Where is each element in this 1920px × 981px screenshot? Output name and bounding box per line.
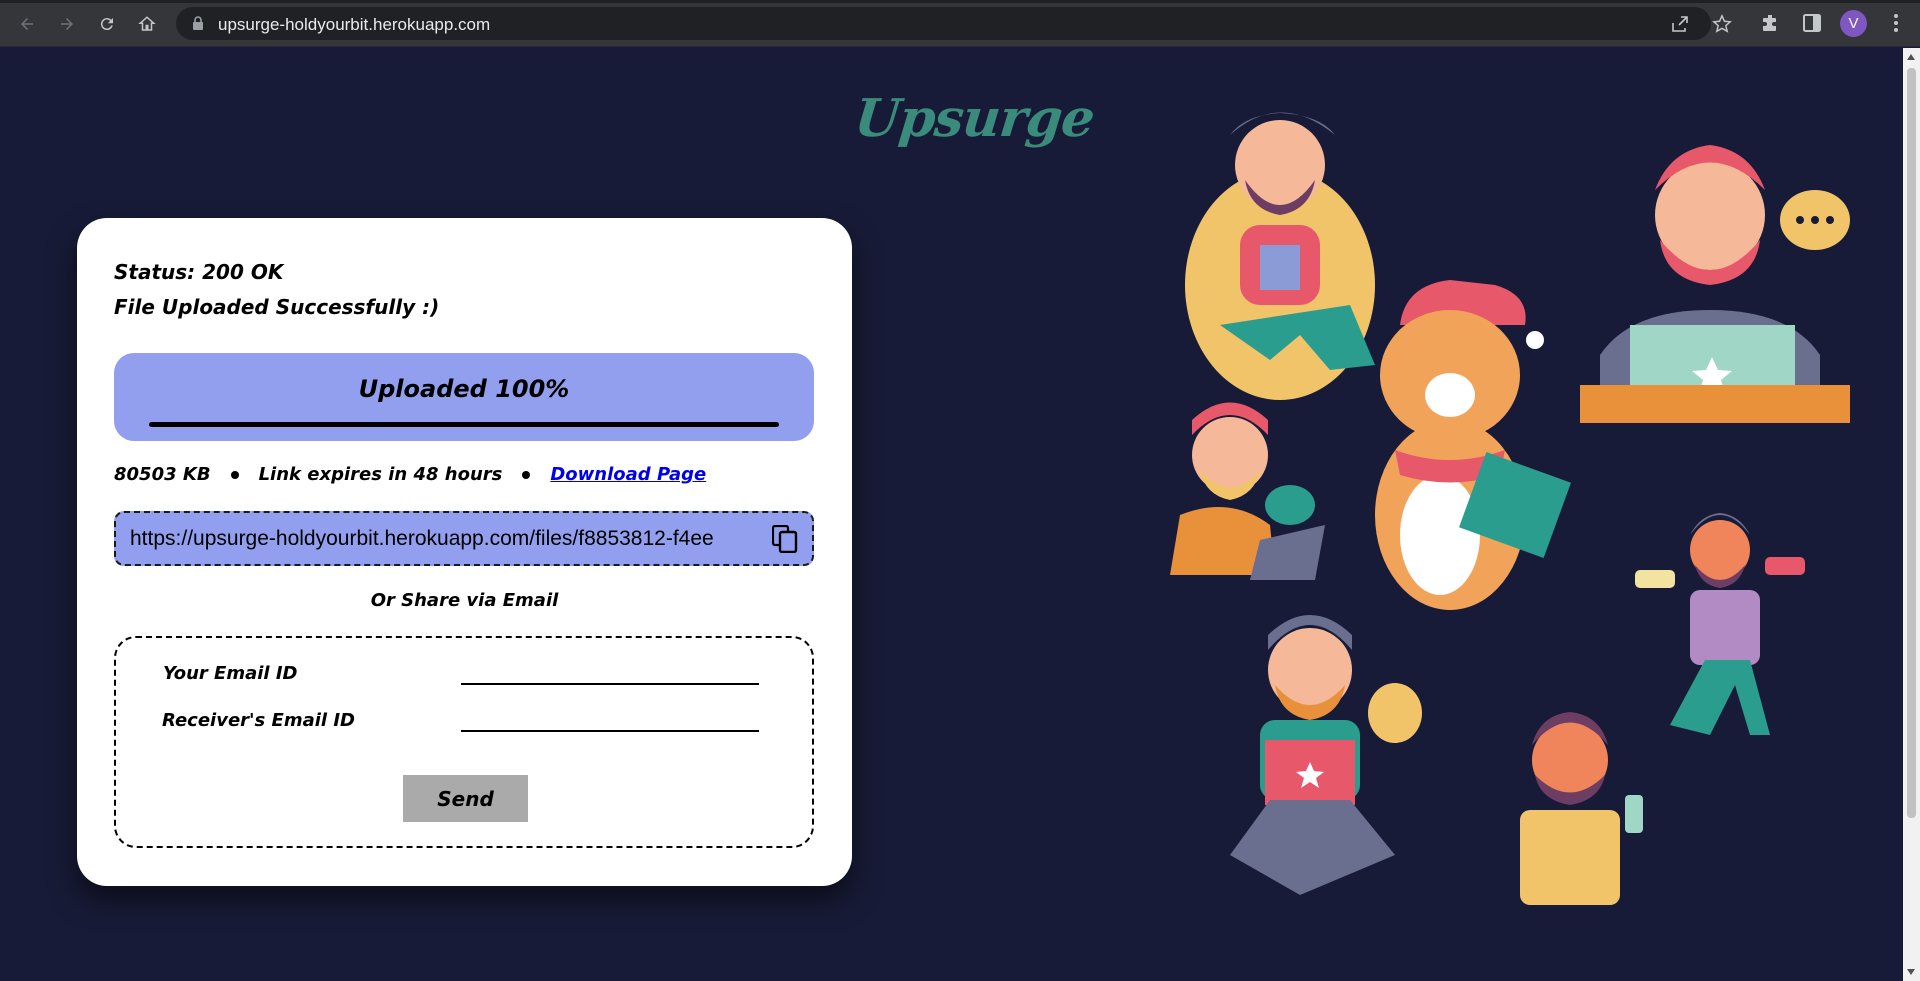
scroll-thumb[interactable] xyxy=(1907,68,1916,818)
scroll-down-arrow[interactable] xyxy=(1907,969,1915,975)
scroll-up-arrow[interactable] xyxy=(1907,54,1915,60)
reading-man-figure xyxy=(1185,112,1375,400)
share-url-text[interactable]: https://upsurge-holdyourbit.herokuapp.co… xyxy=(130,527,760,551)
seated-laptop-man-figure xyxy=(1230,615,1422,895)
browser-toolbar: upsurge-holdyourbit.herokuapp.com V xyxy=(0,0,1920,47)
extensions-icon[interactable] xyxy=(1760,12,1782,34)
share-url-box[interactable]: https://upsurge-holdyourbit.herokuapp.co… xyxy=(114,511,814,566)
share-via-email-heading: Or Share via Email xyxy=(370,590,559,611)
link-expiry: Link expires in 48 hours xyxy=(258,464,503,485)
file-meta: 80503 KB Link expires in 48 hours Downlo… xyxy=(114,464,706,485)
address-bar[interactable]: upsurge-holdyourbit.herokuapp.com xyxy=(176,7,1732,40)
laptop-man-figure xyxy=(1580,145,1850,423)
people-illustration xyxy=(1170,112,1850,905)
copy-icon[interactable] xyxy=(772,525,798,553)
status-text: Status: 200 OK xyxy=(114,260,284,284)
email-share-form: Your Email ID Receiver's Email ID Send xyxy=(114,636,814,848)
your-email-label: Your Email ID xyxy=(163,663,298,684)
progress-track xyxy=(149,422,779,427)
receiver-email-label: Receiver's Email ID xyxy=(162,710,355,731)
site-logo: Upsurge xyxy=(851,88,1097,149)
back-icon[interactable] xyxy=(14,11,40,37)
your-email-field[interactable] xyxy=(461,683,759,685)
menu-dots-icon[interactable] xyxy=(1885,12,1907,34)
send-button[interactable]: Send xyxy=(403,775,528,822)
download-page-link[interactable]: Download Page xyxy=(550,464,706,485)
exercising-man-figure xyxy=(1635,513,1805,735)
upload-card: Status: 200 OK File Uploaded Successfull… xyxy=(77,218,852,886)
tab-strip-edge xyxy=(0,0,1920,3)
progress-fill xyxy=(149,422,779,427)
profile-avatar[interactable]: V xyxy=(1840,10,1867,37)
separator-dot xyxy=(230,470,239,479)
share-icon[interactable] xyxy=(1670,14,1690,34)
bookmark-star-icon[interactable] xyxy=(1711,14,1733,34)
bear-figure xyxy=(1375,280,1571,610)
receiver-email-field[interactable] xyxy=(461,730,759,732)
forward-icon[interactable] xyxy=(54,11,80,37)
file-size: 80503 KB xyxy=(114,464,211,485)
upload-success-message: File Uploaded Successfully :) xyxy=(114,295,440,319)
sitting-laptop-man-figure xyxy=(1170,402,1325,580)
progress-label: Uploaded 100% xyxy=(358,375,570,403)
reload-icon[interactable] xyxy=(94,11,120,37)
upload-progress: Uploaded 100% xyxy=(114,353,814,441)
page-scrollbar[interactable] xyxy=(1903,48,1920,981)
home-icon[interactable] xyxy=(134,11,160,37)
lock-icon[interactable] xyxy=(191,16,205,30)
drinking-man-figure xyxy=(1520,712,1643,905)
side-panel-icon[interactable] xyxy=(1801,12,1823,34)
address-url[interactable]: upsurge-holdyourbit.herokuapp.com xyxy=(218,15,490,35)
separator-dot xyxy=(522,470,531,479)
